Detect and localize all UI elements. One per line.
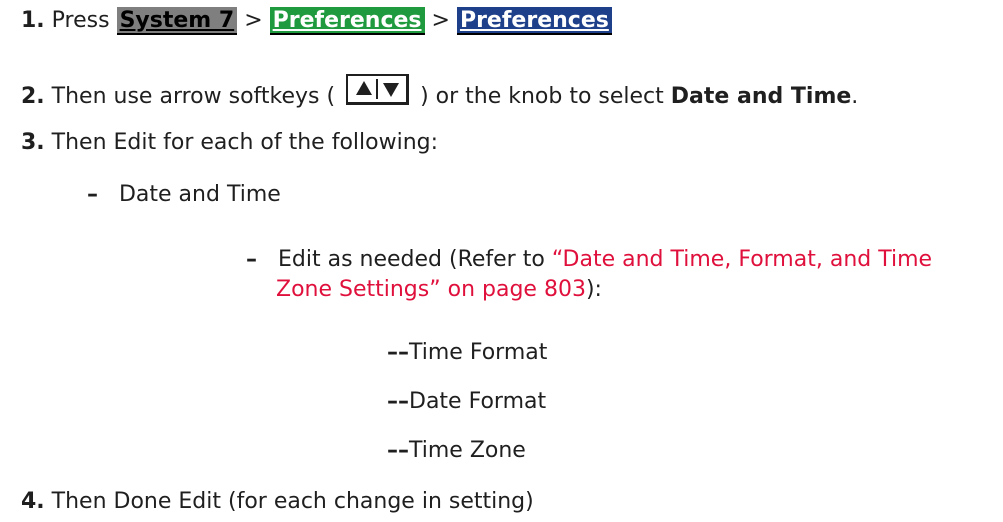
step-4: 4. Then Done Edit (for each change in se… xyxy=(21,487,534,517)
sub-item-date-and-time: – Date and Time xyxy=(87,180,281,210)
step-text: Press xyxy=(51,8,110,33)
step-number: 4. xyxy=(21,489,45,514)
edit-text-end: ): xyxy=(585,277,602,302)
subsub-label: Time Format xyxy=(409,340,548,365)
dash: –– xyxy=(387,389,409,414)
subsub-label: Time Zone xyxy=(409,438,526,463)
step-text: ) or the knob to select xyxy=(420,84,664,109)
down-arrow-icon xyxy=(383,83,400,97)
subsub-label: Date Format xyxy=(409,389,547,414)
subsub-item-date-format: ––Date Format xyxy=(387,387,546,417)
date-and-time-label: Date and Time xyxy=(670,84,852,109)
system-7-key[interactable]: System 7 xyxy=(116,7,238,35)
edit-text: Edit as needed (Refer to xyxy=(277,247,545,272)
subsub-item-time-zone: ––Time Zone xyxy=(387,436,526,466)
dash: – xyxy=(87,182,98,207)
period: . xyxy=(851,84,859,109)
step-number: 1. xyxy=(21,8,45,33)
preferences-key-blue[interactable]: Preferences xyxy=(456,7,612,35)
step-text: Then use arrow softkeys ( xyxy=(51,84,336,109)
dash: –– xyxy=(387,438,409,463)
separator: > xyxy=(431,8,450,33)
step-number: 2. xyxy=(21,84,45,109)
step-text: Then Edit for each of the following: xyxy=(51,130,439,155)
up-arrow-icon xyxy=(356,81,373,95)
dash: – xyxy=(246,247,257,272)
step-2: 2. Then use arrow softkeys ( ) or the kn… xyxy=(21,74,858,112)
divider xyxy=(376,79,379,99)
date-time-settings-link[interactable]: “Date and Time, Format, and Time xyxy=(552,247,932,272)
edit-instruction-line-1: – Edit as needed (Refer to “Date and Tim… xyxy=(246,245,932,275)
preferences-key-green[interactable]: Preferences xyxy=(269,7,425,35)
separator: > xyxy=(244,8,263,33)
date-time-settings-link-cont[interactable]: Zone Settings” on page 803 xyxy=(276,277,586,302)
subsub-item-time-format: ––Time Format xyxy=(387,338,547,368)
sub-item-label: Date and Time xyxy=(118,182,281,207)
dash: –– xyxy=(387,340,409,365)
step-3: 3. Then Edit for each of the following: xyxy=(21,128,438,158)
arrow-softkeys-icon xyxy=(346,74,410,105)
edit-instruction-line-2: Zone Settings” on page 803): xyxy=(276,275,602,305)
step-text: Then Done Edit (for each change in setti… xyxy=(51,489,534,514)
step-number: 3. xyxy=(21,130,45,155)
step-1: 1. Press System 7 > Preferences > Prefer… xyxy=(21,6,612,36)
